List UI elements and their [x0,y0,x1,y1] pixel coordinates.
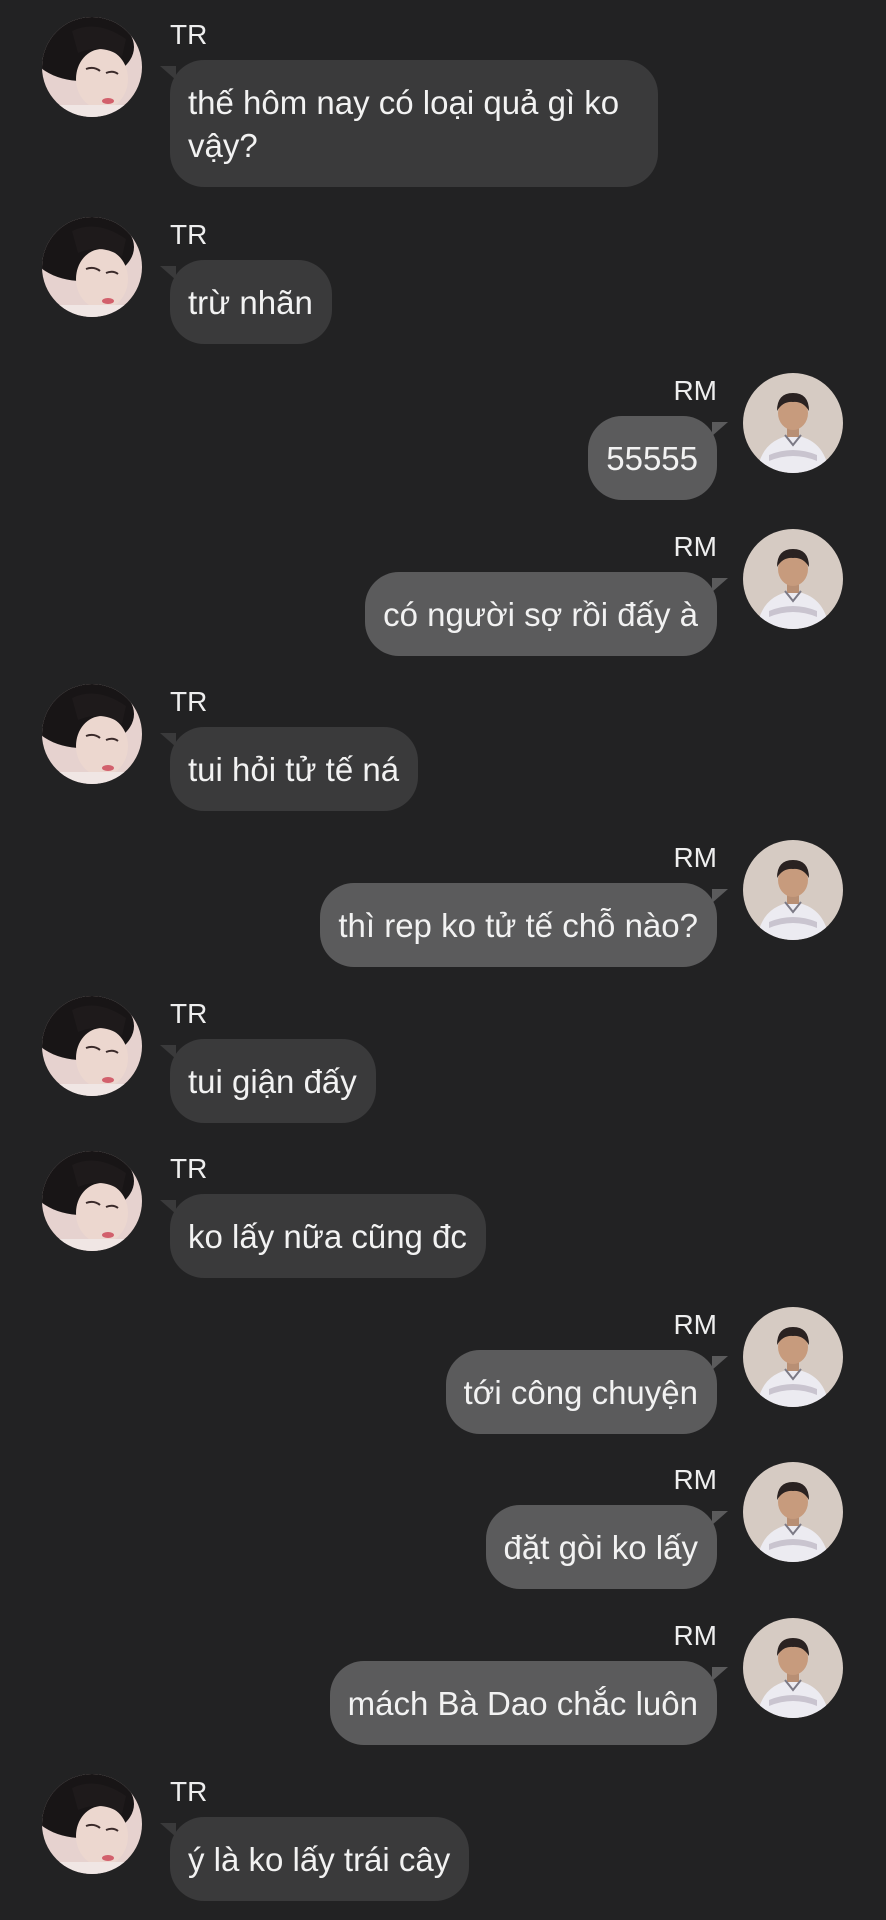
bubble-tail [712,889,728,903]
bubble-tail [712,1667,728,1681]
sender-name: TR [170,998,208,1029]
message-bubble[interactable]: tui giận đấy [170,1039,376,1123]
sender-name: TR [170,19,208,50]
message-bubble[interactable]: thì rep ko tử tế chỗ nào? [320,883,717,967]
avatar-photo-rm-icon [743,1462,843,1562]
avatar-rm[interactable] [743,1618,843,1718]
avatar-photo-tr-icon [42,1151,142,1251]
avatar-rm[interactable] [743,529,843,629]
bubble-tail [712,578,728,592]
message-bubble[interactable]: 55555 [588,416,717,500]
message-bubble[interactable]: ý là ko lấy trái cây [170,1817,470,1901]
avatar-photo-tr-icon [42,684,142,784]
sender-name: TR [170,219,208,250]
sender-name: RM [673,1309,717,1340]
sender-name: RM [673,375,717,406]
avatar-photo-tr-icon [42,217,142,317]
message-bubble[interactable]: đặt gòi ko lấy [485,1505,717,1589]
avatar-photo-tr-icon [42,17,142,117]
sender-name: TR [170,1153,208,1184]
message-bubble[interactable]: ko lấy nữa cũng đc [170,1194,486,1278]
bubble-tail [712,422,728,436]
avatar-photo-rm-icon [743,1618,843,1718]
message-bubble[interactable]: tới công chuyện [445,1350,717,1434]
avatar-photo-tr-icon [42,996,142,1096]
sender-name: RM [673,1620,717,1651]
avatar-photo-rm-icon [743,529,843,629]
sender-name: TR [170,1776,208,1807]
message-bubble[interactable]: có người sợ rồi đấy à [365,572,717,656]
sender-name: TR [170,686,208,717]
avatar-photo-rm-icon [743,840,843,940]
bubble-tail [712,1356,728,1370]
message-bubble[interactable]: tui hỏi tử tế ná [170,727,419,811]
avatar-tr[interactable] [42,217,142,317]
avatar-photo-rm-icon [743,1307,843,1407]
avatar-tr[interactable] [42,996,142,1096]
chat-thread: TR thế hôm nay có loại quả gì ko vậy? TR… [0,0,886,1920]
message-bubble[interactable]: thế hôm nay có loại quả gì ko vậy? [170,60,658,187]
sender-name: RM [673,1464,717,1495]
avatar-tr[interactable] [42,684,142,784]
bubble-tail [712,1511,728,1525]
sender-name: RM [673,842,717,873]
avatar-tr[interactable] [42,1151,142,1251]
sender-name: RM [673,531,717,562]
message-bubble[interactable]: trừ nhãn [170,260,332,344]
message-bubble[interactable]: mách Bà Dao chắc luôn [329,1661,717,1745]
avatar-tr[interactable] [42,1774,142,1874]
avatar-tr[interactable] [42,17,142,117]
avatar-rm[interactable] [743,1462,843,1562]
avatar-photo-rm-icon [743,373,843,473]
avatar-rm[interactable] [743,840,843,940]
avatar-photo-tr-icon [42,1774,142,1874]
avatar-rm[interactable] [743,373,843,473]
avatar-rm[interactable] [743,1307,843,1407]
